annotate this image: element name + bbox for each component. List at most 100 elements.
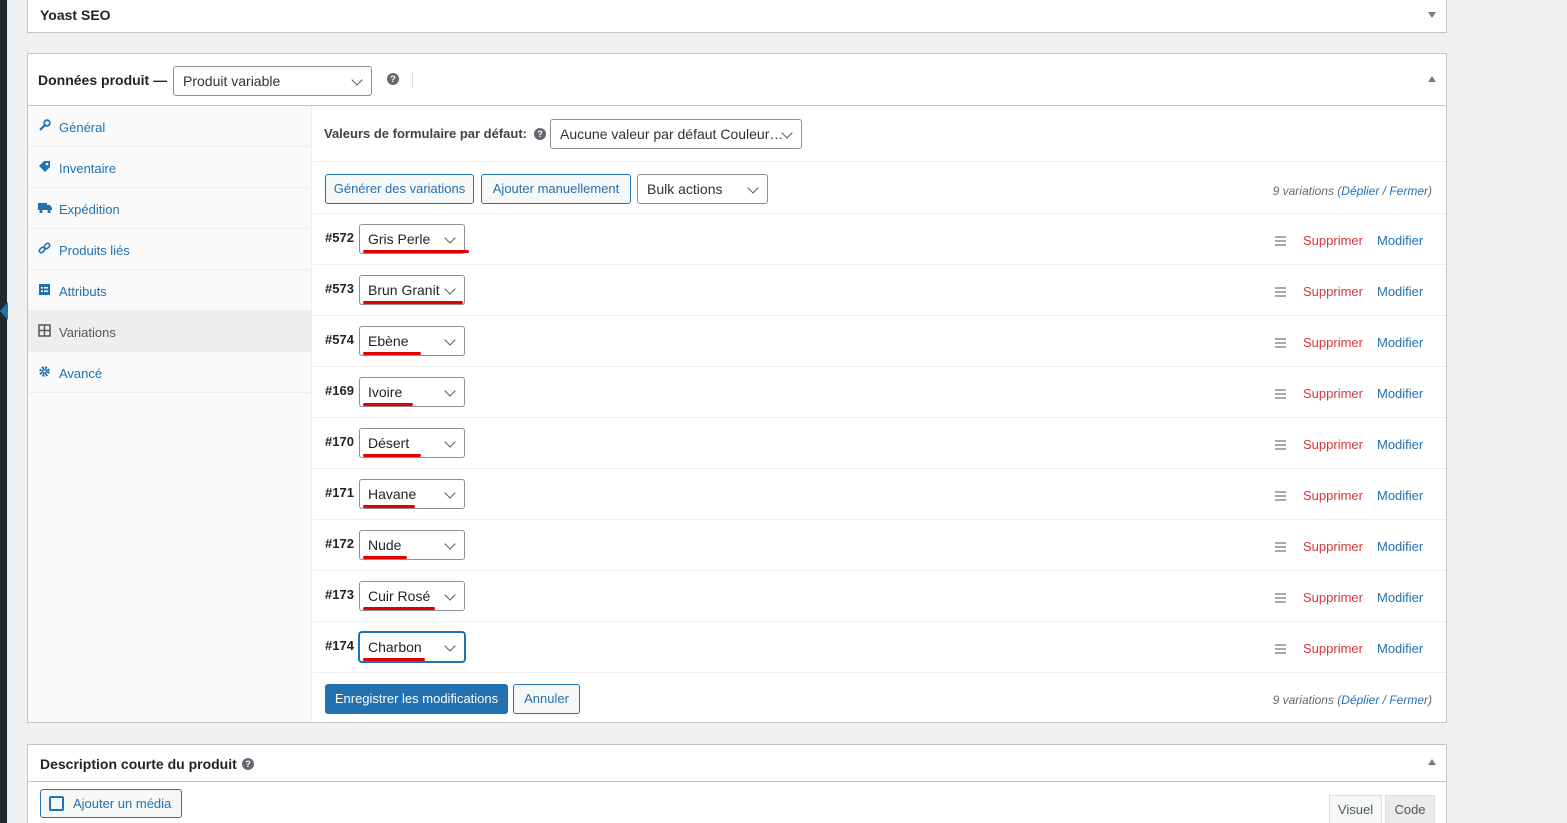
- tab-general[interactable]: Général: [28, 106, 312, 147]
- tag-icon: [38, 160, 51, 173]
- media-icon: [49, 796, 64, 811]
- tab-attributes[interactable]: Attributs: [28, 270, 312, 311]
- chevron-down-icon: [351, 74, 363, 86]
- delete-link[interactable]: Supprimer: [1303, 233, 1363, 248]
- product-data-title: Données produit —: [38, 72, 168, 88]
- edit-link[interactable]: Modifier: [1377, 641, 1423, 656]
- edit-link[interactable]: Modifier: [1377, 233, 1423, 248]
- tab-visual[interactable]: Visuel: [1329, 795, 1382, 823]
- chevron-down-icon: [444, 334, 456, 346]
- help-icon[interactable]: ?: [387, 73, 399, 85]
- cancel-button[interactable]: Annuler: [513, 684, 580, 714]
- variation-id: #174: [325, 638, 354, 653]
- delete-link[interactable]: Supprimer: [1303, 284, 1363, 299]
- product-type-value: Produit variable: [183, 73, 281, 89]
- save-changes-button[interactable]: Enregistrer les modifications: [325, 684, 508, 714]
- edit-link[interactable]: Modifier: [1377, 335, 1423, 350]
- help-icon[interactable]: ?: [534, 128, 546, 140]
- variation-id: #573: [325, 281, 354, 296]
- bulk-actions-value: Bulk actions: [647, 181, 723, 197]
- tab-inventory[interactable]: Inventaire: [28, 147, 312, 188]
- product-data-header: Données produit — Produit variable ?: [28, 54, 1446, 106]
- delete-link[interactable]: Supprimer: [1303, 539, 1363, 554]
- variation-row: #174 Charbon Supprimer Modifier: [313, 622, 1446, 673]
- chevron-down-icon: [444, 589, 456, 601]
- edit-link[interactable]: Modifier: [1377, 386, 1423, 401]
- tab-label: Produits liés: [59, 243, 130, 258]
- drag-handle-icon[interactable]: [1275, 389, 1286, 401]
- drag-handle-icon[interactable]: [1275, 542, 1286, 554]
- delete-link[interactable]: Supprimer: [1303, 590, 1363, 605]
- edit-link[interactable]: Modifier: [1377, 284, 1423, 299]
- edit-link[interactable]: Modifier: [1377, 590, 1423, 605]
- variation-id: #173: [325, 587, 354, 602]
- short-description-header: Description courte du produit ?: [28, 745, 1446, 782]
- default-color-value: Aucune valeur par défaut Couleur…: [560, 126, 784, 142]
- delete-link[interactable]: Supprimer: [1303, 488, 1363, 503]
- variation-color-value: Nude: [368, 537, 402, 553]
- link-icon: [38, 242, 51, 255]
- red-underline-annotation: [363, 352, 421, 355]
- red-underline-annotation: [363, 607, 435, 610]
- variation-color-value: Ivoire: [368, 384, 403, 400]
- red-underline-annotation: [363, 403, 413, 406]
- variation-row: #574 Ebène Supprimer Modifier: [313, 316, 1446, 367]
- variation-id: #169: [325, 383, 354, 398]
- toggle-down-icon[interactable]: [1428, 12, 1436, 18]
- drag-handle-icon[interactable]: [1275, 440, 1286, 452]
- generate-variations-button[interactable]: Générer des variations: [325, 174, 474, 204]
- delete-link[interactable]: Supprimer: [1303, 335, 1363, 350]
- default-color-select[interactable]: Aucune valeur par défaut Couleur…: [550, 119, 802, 149]
- edit-link[interactable]: Modifier: [1377, 539, 1423, 554]
- variation-row: #169 Ivoire Supprimer Modifier: [313, 367, 1446, 418]
- drag-handle-icon[interactable]: [1275, 491, 1286, 503]
- add-manually-button[interactable]: Ajouter manuellement: [481, 174, 631, 204]
- edit-link[interactable]: Modifier: [1377, 437, 1423, 452]
- drag-handle-icon[interactable]: [1275, 338, 1286, 350]
- bulk-actions-select[interactable]: Bulk actions: [637, 174, 768, 204]
- red-underline-annotation: [363, 301, 463, 304]
- help-icon[interactable]: ?: [242, 758, 254, 770]
- collapse-arrow-icon[interactable]: [0, 302, 8, 320]
- add-media-button[interactable]: Ajouter un média: [40, 789, 182, 818]
- chevron-down-icon: [444, 232, 456, 244]
- tab-label: Variations: [59, 325, 116, 340]
- delete-link[interactable]: Supprimer: [1303, 437, 1363, 452]
- tab-shipping[interactable]: Expédition: [28, 188, 312, 229]
- variations-footer: Enregistrer les modifications Annuler 9 …: [313, 673, 1446, 722]
- toggle-up-icon[interactable]: [1428, 759, 1436, 765]
- count-text: 9 variations (: [1272, 693, 1342, 707]
- tab-code[interactable]: Code: [1385, 795, 1435, 823]
- drag-handle-icon[interactable]: [1275, 644, 1286, 656]
- yoast-title: Yoast SEO: [40, 7, 111, 23]
- drag-handle-icon[interactable]: [1275, 236, 1286, 248]
- add-media-label: Ajouter un média: [73, 796, 172, 811]
- tab-linked-products[interactable]: Produits liés: [28, 229, 312, 270]
- delete-link[interactable]: Supprimer: [1303, 386, 1363, 401]
- drag-handle-icon[interactable]: [1275, 287, 1286, 299]
- chevron-down-icon: [444, 640, 456, 652]
- close-link[interactable]: Fermer: [1389, 184, 1428, 198]
- variation-row: #173 Cuir Rosé Supprimer Modifier: [313, 571, 1446, 622]
- edit-link[interactable]: Modifier: [1377, 488, 1423, 503]
- variation-color-value: Havane: [368, 486, 417, 502]
- close-link[interactable]: Fermer: [1389, 693, 1428, 707]
- grid-icon: [38, 324, 51, 337]
- expand-link[interactable]: Déplier: [1341, 693, 1379, 707]
- variations-count-bottom: 9 variations (Déplier / Fermer): [1273, 693, 1432, 707]
- variation-color-value: Ebène: [368, 333, 409, 349]
- drag-handle-icon[interactable]: [1275, 593, 1286, 605]
- tab-variations[interactable]: Variations: [28, 311, 312, 352]
- expand-link[interactable]: Déplier: [1341, 184, 1379, 198]
- product-type-select[interactable]: Produit variable: [173, 66, 372, 96]
- variation-color-value: Charbon: [368, 639, 422, 655]
- count-text: 9 variations (: [1272, 184, 1342, 198]
- delete-link[interactable]: Supprimer: [1303, 641, 1363, 656]
- toggle-up-icon[interactable]: [1428, 76, 1436, 82]
- variation-color-value: Gris Perle: [368, 231, 431, 247]
- variation-color-value: Désert: [368, 435, 410, 451]
- chevron-down-icon: [747, 182, 759, 194]
- variation-color-value: Brun Granit: [368, 282, 440, 298]
- variation-row: #171 Havane Supprimer Modifier: [313, 469, 1446, 520]
- tab-advanced[interactable]: Avancé: [28, 352, 312, 393]
